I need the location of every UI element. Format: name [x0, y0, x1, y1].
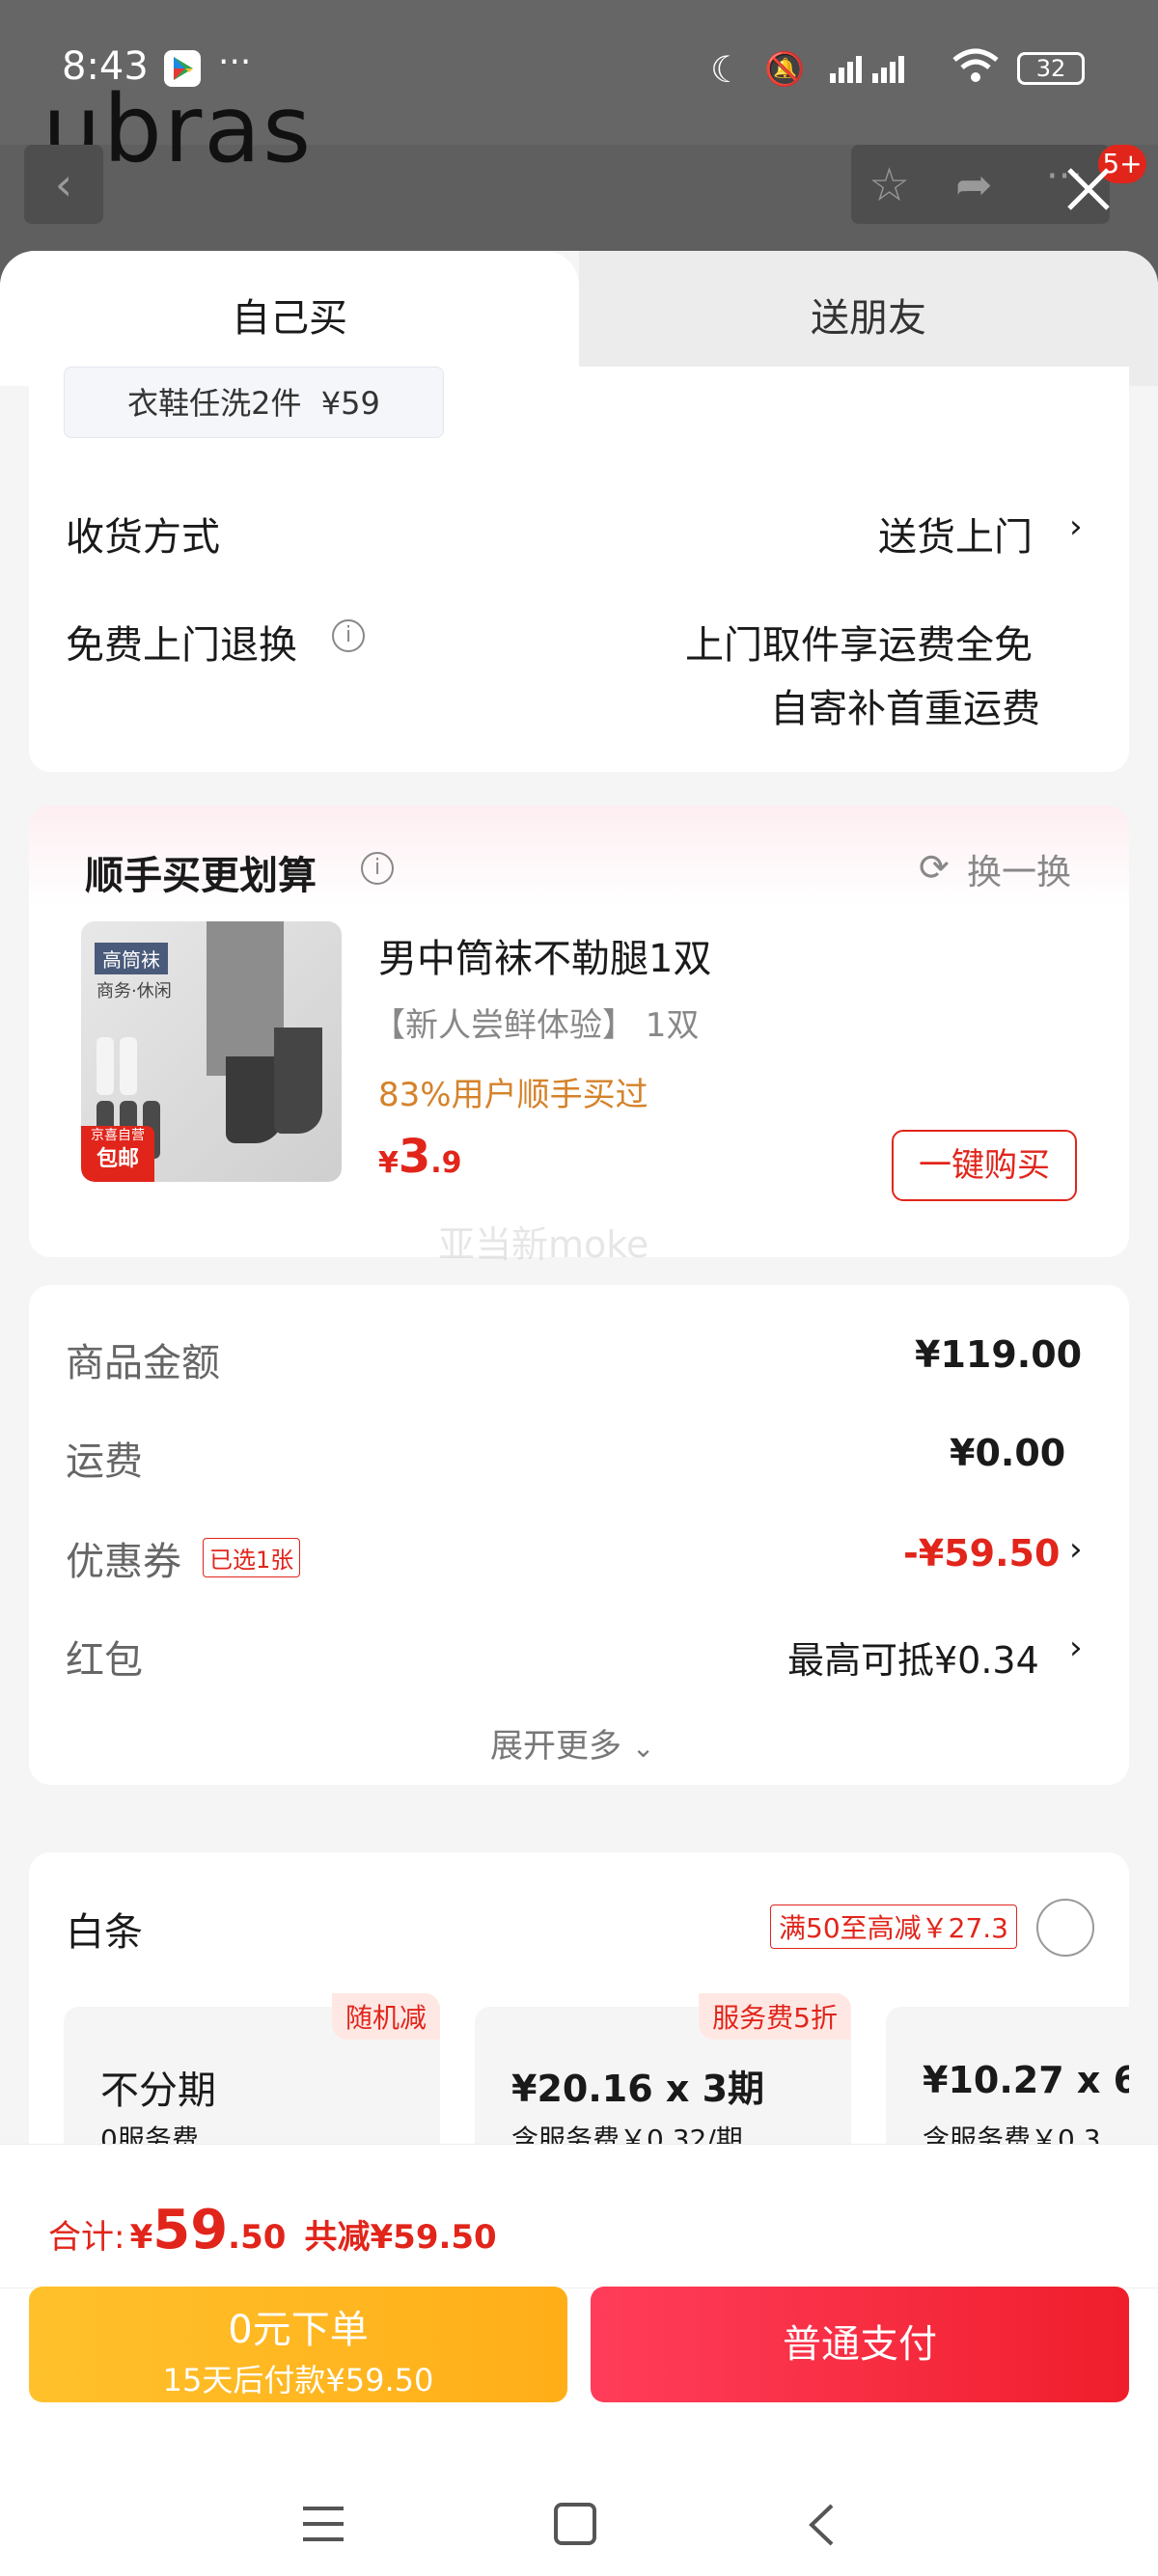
favorite-icon[interactable]: ☆ [868, 158, 910, 212]
home-icon[interactable] [554, 2503, 596, 2545]
free-return-line2: 自寄补首重运费 [770, 687, 1040, 731]
product-price: ¥3.9 [378, 1130, 462, 1184]
shipping-value: ¥0.00 [950, 1432, 1066, 1474]
price-summary-card: 商品金额 ¥119.00 运费 ¥0.00 优惠券 已选1张 -¥59.50 ›… [29, 1285, 1129, 1785]
tab-gift-friend[interactable]: 送朋友 [579, 251, 1158, 386]
installment-title: ¥10.27 x 6 [923, 2059, 1129, 2101]
free-return-line1: 上门取件享运费全免 [685, 623, 1033, 668]
price-integer: 3 [398, 1130, 431, 1184]
addon-card: 顺手买更划算 i ⟳ 换一换 高筒袜 商务·休闲 京喜自营 包邮 男中筒袜不勒腿… [29, 806, 1129, 1266]
menu-icon[interactable] [301, 2505, 345, 2547]
watermark: 亚当新moke [438, 1223, 649, 1266]
info-icon[interactable]: i [361, 852, 394, 885]
delivery-method-value[interactable]: 送货上门 [878, 506, 1033, 562]
installment-title: ¥20.16 x 3期 [511, 2068, 765, 2110]
total-integer: 59 [152, 2199, 229, 2261]
shipping-label: 运费 [66, 1439, 143, 1484]
chevron-right-icon: › [1069, 1629, 1083, 1667]
chevron-down-icon: ⌄ [631, 1732, 655, 1764]
product-popularity: 83%用户顺手买过 [378, 1076, 648, 1114]
jd-tag-ship: 包邮 [96, 1147, 139, 1171]
battery-icon: 32 [1017, 52, 1085, 85]
delivery-card: 衣鞋任洗2件 ¥59 收货方式 送货上门 › 免费上门退换 i 上门取件享运费全… [29, 367, 1129, 772]
battery-level: 32 [1035, 55, 1066, 82]
jd-self-operated-tag: 京喜自营 包邮 [81, 1126, 154, 1182]
baitiao-promo-tag: 满50至高减￥27.3 [770, 1905, 1017, 1949]
coupon-selected-tag: 已选1张 [203, 1538, 301, 1577]
redpacket-label: 红包 [66, 1638, 143, 1683]
installment-tag: 服务费5折 [699, 1993, 851, 2040]
chevron-right-icon: › [1069, 507, 1083, 546]
back-button[interactable]: ‹ [24, 145, 103, 224]
goods-amount-value: ¥119.00 [915, 1333, 1083, 1376]
back-nav-icon[interactable] [807, 2503, 836, 2551]
zero-pay-title: 0元下单 [228, 2308, 369, 2352]
total-symbol: ¥ [129, 2218, 153, 2257]
chevron-right-icon: › [1069, 1530, 1083, 1569]
product-tag-sub: 商务·休闲 [96, 981, 172, 1001]
redpacket-value[interactable]: 最高可抵¥0.34 [787, 1631, 1039, 1684]
goods-amount-label: 商品金额 [66, 1341, 220, 1385]
baitiao-label: 白条 [66, 1910, 143, 1955]
info-icon[interactable]: i [332, 619, 365, 652]
price-symbol: ¥ [378, 1146, 399, 1180]
normal-pay-button[interactable]: 普通支付 [591, 2287, 1129, 2402]
installment-title: 不分期 [100, 2069, 216, 2113]
zero-pay-button[interactable]: 0元下单 15天后付款¥59.50 [29, 2287, 567, 2402]
mute-icon: 🔕 [764, 50, 806, 89]
installment-tag: 随机减 [331, 1993, 440, 2040]
refresh-label[interactable]: 换一换 [967, 844, 1071, 894]
product-image[interactable]: 高筒袜 商务·休闲 京喜自营 包邮 [81, 921, 342, 1182]
total-label: 合计: [48, 2218, 125, 2257]
free-return-label: 免费上门退换 [66, 623, 297, 668]
total-saved: 共减¥59.50 [304, 2218, 497, 2257]
total-amount: 合计: ¥59.50 共减¥59.50 [48, 2199, 497, 2261]
coupon-label: 优惠券 [66, 1540, 181, 1584]
product-name[interactable]: 男中筒袜不勒腿1双 [378, 927, 711, 983]
system-nav-bar [0, 2422, 1158, 2576]
tab-buy-self[interactable]: 自己买 [0, 251, 579, 386]
price-decimal: .9 [430, 1146, 462, 1180]
total-decimal: .50 [228, 2218, 287, 2257]
wifi-icon [951, 46, 1000, 89]
coupon-value[interactable]: -¥59.50 [903, 1532, 1060, 1575]
one-click-buy-button[interactable]: 一键购买 [892, 1130, 1077, 1201]
checkout-sheet: 送朋友 自己买 衣鞋任洗2件 ¥59 收货方式 送货上门 › 免费上门退换 i … [0, 251, 1158, 2576]
expand-more-label: 展开更多 [490, 1727, 621, 1766]
baitiao-select-radio[interactable] [1036, 1899, 1094, 1957]
signal-icon [826, 48, 913, 91]
jd-tag-top: 京喜自营 [91, 1128, 145, 1143]
laundry-chip[interactable]: 衣鞋任洗2件 ¥59 [64, 367, 444, 438]
product-spec: 【新人尝鲜体验】 1双 [372, 1006, 700, 1045]
refresh-icon[interactable]: ⟳ [919, 846, 950, 889]
addon-title: 顺手买更划算 [85, 854, 317, 898]
share-icon[interactable]: ➦ [955, 158, 993, 210]
expand-more-button[interactable]: 展开更多 ⌄ [490, 1719, 654, 1767]
close-icon[interactable] [1062, 162, 1116, 216]
delivery-method-label: 收货方式 [66, 515, 220, 560]
zero-pay-sub: 15天后付款¥59.50 [162, 2362, 434, 2398]
moon-icon: ☾ [710, 48, 744, 91]
product-tag-label: 高筒袜 [95, 943, 168, 974]
